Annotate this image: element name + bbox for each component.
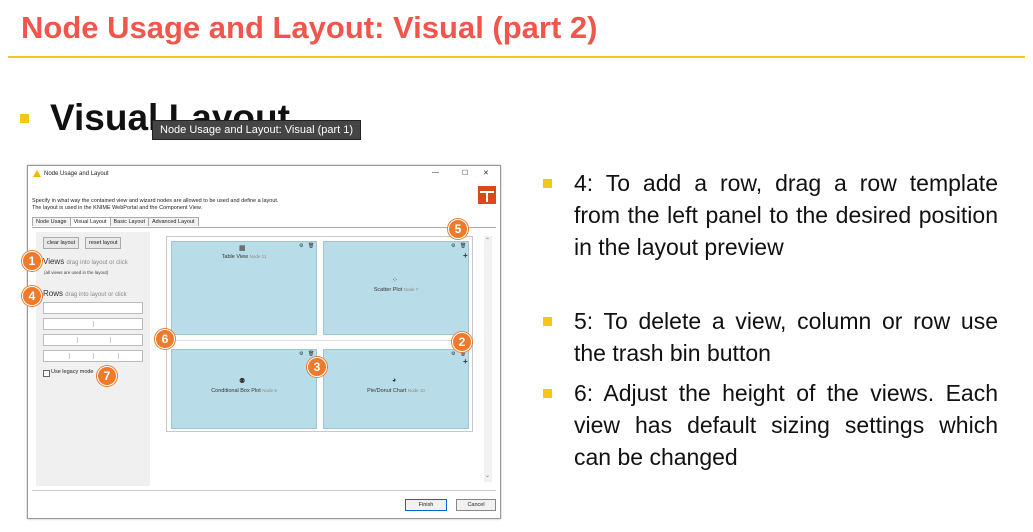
settings-icon[interactable]: ⚙ bbox=[451, 243, 455, 249]
view-name: Scatter Plot Node 7 bbox=[373, 287, 419, 293]
view-pie-donut-chart[interactable]: ◕ Pie/Donut Chart Node 10 ⚙ 🗑 bbox=[323, 349, 469, 429]
bullet-square-icon bbox=[543, 317, 552, 326]
view-name: Conditional Box Plot Node 9 bbox=[211, 388, 277, 394]
layout-preview: ▦ Table View Node 11 ⚙ 🗑 ⁘ Scatter Plot … bbox=[156, 232, 495, 486]
rows-label: Rows drag into layout or click bbox=[43, 289, 127, 298]
knime-logo-icon bbox=[478, 186, 496, 204]
view-table[interactable]: ▦ Table View Node 11 ⚙ 🗑 bbox=[171, 241, 317, 335]
view-scatter-plot[interactable]: ⁘ Scatter Plot Node 7 ⚙ 🗑 bbox=[323, 241, 469, 335]
callout-badge-7: 7 bbox=[97, 366, 117, 386]
row-template-1col[interactable] bbox=[43, 302, 143, 314]
boxplot-icon: ⚉ bbox=[239, 378, 246, 385]
trash-icon[interactable]: 🗑 bbox=[308, 243, 314, 249]
warning-icon bbox=[33, 170, 41, 177]
bullet-6: 6: Adjust the height of the views. Each … bbox=[574, 380, 998, 470]
close-icon[interactable]: ✕ bbox=[483, 169, 489, 177]
pie-icon: ◕ bbox=[392, 377, 397, 384]
slide-title: Node Usage and Layout: Visual (part 2) bbox=[21, 10, 598, 45]
bullet-5: 5: To delete a view, column or row use t… bbox=[574, 308, 998, 366]
rows-title: Rows bbox=[43, 289, 64, 298]
callout-badge-1: 1 bbox=[22, 251, 42, 271]
views-hint: drag into layout or click bbox=[66, 260, 128, 266]
row-template-4col[interactable] bbox=[43, 350, 143, 362]
bullet-4: 4: To add a row, drag a row template fro… bbox=[574, 170, 998, 260]
dialog-title: Node Usage and Layout bbox=[44, 171, 109, 177]
reset-layout-button[interactable]: reset layout bbox=[85, 237, 122, 249]
view-name: Table View Node 11 bbox=[221, 254, 267, 260]
add-column-plus-icon[interactable]: + bbox=[463, 251, 468, 260]
scatter-icon: ⁘ bbox=[392, 277, 398, 284]
bullet-square-icon bbox=[543, 179, 552, 188]
vertical-scrollbar[interactable]: ⌃ ⌄ bbox=[484, 236, 492, 482]
trash-icon[interactable]: 🗑 bbox=[460, 243, 466, 249]
bullet-square-icon bbox=[20, 114, 29, 123]
add-column-plus-icon[interactable]: + bbox=[463, 357, 468, 366]
views-title: Views bbox=[43, 257, 65, 266]
tooltip: Node Usage and Layout: Visual (part 1) bbox=[152, 120, 362, 140]
callout-badge-5: 5 bbox=[448, 219, 468, 239]
settings-icon[interactable]: ⚙ bbox=[299, 243, 303, 249]
callout-badge-3: 3 bbox=[307, 357, 327, 377]
settings-icon[interactable]: ⚙ bbox=[451, 351, 455, 357]
description-line-1: Specify in what way the contained view a… bbox=[32, 198, 279, 204]
clear-layout-button[interactable]: clear layout bbox=[43, 237, 80, 249]
callout-badge-6: 6 bbox=[155, 329, 175, 349]
cancel-button[interactable]: Cancel bbox=[456, 499, 496, 511]
views-note: (all views are used in the layout) bbox=[44, 270, 109, 275]
maximize-icon[interactable]: ☐ bbox=[462, 169, 468, 177]
row-template-3col[interactable] bbox=[43, 334, 143, 346]
minimize-icon[interactable]: — bbox=[432, 169, 439, 176]
dialog-description: Specify in what way the contained view a… bbox=[32, 198, 412, 212]
settings-icon[interactable]: ⚙ bbox=[299, 351, 303, 357]
tab-basic-layout[interactable]: Basic Layout bbox=[109, 217, 150, 226]
dialog-titlebar: Node Usage and Layout — ☐ ✕ bbox=[28, 166, 500, 182]
table-icon: ▦ bbox=[239, 245, 246, 252]
description-line-2: The layout is used in the KNIME WebPorta… bbox=[32, 205, 203, 211]
footer-divider bbox=[32, 490, 496, 491]
title-divider bbox=[8, 56, 1025, 58]
view-name: Pie/Donut Chart Node 10 bbox=[367, 388, 425, 394]
view-conditional-box-plot[interactable]: ⚉ Conditional Box Plot Node 9 ⚙ 🗑 bbox=[171, 349, 317, 429]
row-divider bbox=[167, 340, 472, 341]
bullet-square-icon bbox=[543, 389, 552, 398]
row-template-2col[interactable] bbox=[43, 318, 143, 330]
scroll-up-icon[interactable]: ⌃ bbox=[485, 237, 490, 244]
legacy-mode-checkbox[interactable] bbox=[43, 370, 50, 377]
finish-button[interactable]: Finish bbox=[405, 499, 447, 511]
tab-visual-layout[interactable]: Visual Layout bbox=[69, 217, 111, 226]
tab-bar: Node Usage Visual Layout Basic Layout Advan… bbox=[32, 217, 199, 227]
callout-badge-4: 4 bbox=[22, 286, 42, 306]
node-usage-dialog: Node Usage and Layout — ☐ ✕ Specify in w… bbox=[27, 165, 501, 519]
views-label: Views drag into layout or click bbox=[43, 257, 128, 266]
scroll-down-icon[interactable]: ⌄ bbox=[485, 472, 490, 479]
rows-hint: drag into layout or click bbox=[65, 292, 127, 298]
callout-badge-2: 2 bbox=[452, 332, 472, 352]
trash-icon[interactable]: 🗑 bbox=[308, 351, 314, 357]
layout-container: ▦ Table View Node 11 ⚙ 🗑 ⁘ Scatter Plot … bbox=[166, 236, 473, 432]
legacy-mode-label: Use legacy mode bbox=[51, 369, 94, 375]
tab-node-usage[interactable]: Node Usage bbox=[32, 217, 71, 226]
tab-divider bbox=[32, 227, 496, 228]
tab-advanced-layout[interactable]: Advanced Layout bbox=[148, 217, 199, 226]
